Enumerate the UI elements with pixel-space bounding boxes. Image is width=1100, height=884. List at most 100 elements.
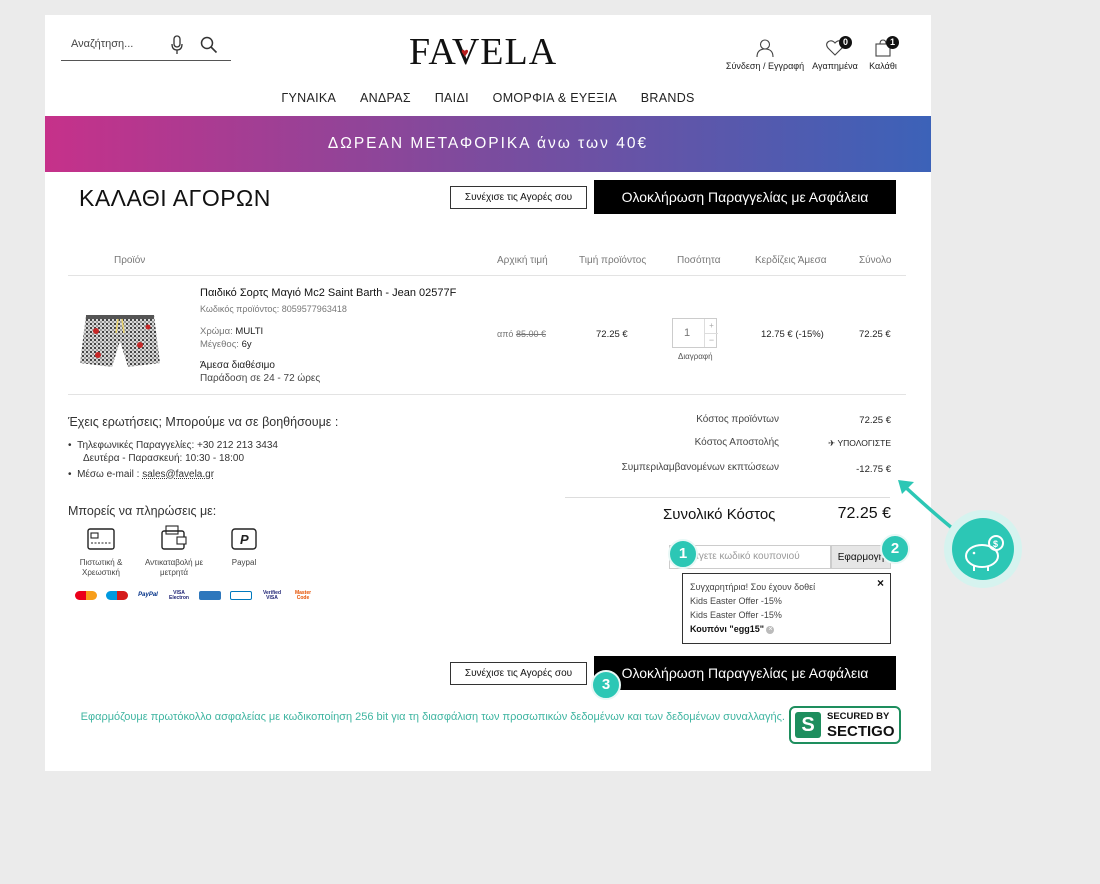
step-3-marker: 3 xyxy=(591,670,621,700)
nav-item-kids[interactable]: ΠΑΙΔΙ xyxy=(435,91,469,105)
col-header-savings: Κερδίζεις Άμεσα xyxy=(755,255,827,266)
product-size: Μέγεθος: 6y xyxy=(200,339,252,350)
search-bar xyxy=(61,33,231,61)
microphone-icon[interactable] xyxy=(171,35,183,60)
product-image[interactable] xyxy=(78,311,162,369)
color-label: Χρώμα: xyxy=(200,326,233,337)
sectigo-line1: SECURED BY xyxy=(827,711,890,722)
checkout-button-bottom[interactable]: Ολοκλήρωση Παραγγελίας με Ασφάλεια xyxy=(594,656,896,690)
piggy-bank-icon: $ xyxy=(944,510,1022,588)
summary-total-value: 72.25 € xyxy=(837,505,891,522)
cash-on-delivery-icon xyxy=(161,525,187,556)
logo-heart-icon: ♥ xyxy=(461,45,469,60)
product-name[interactable]: Παιδικό Σορτς Μαγιό Mc2 Saint Barth - Je… xyxy=(200,287,456,299)
nav-item-brands[interactable]: BRANDS xyxy=(641,91,695,105)
shipping-calculate-link[interactable]: ΥΠΟΛΟΓΙΣΤΕ xyxy=(837,438,891,448)
paypal-payment-icon: P xyxy=(231,528,257,555)
quantity-stepper[interactable]: 1 + − xyxy=(672,318,718,348)
banner-text-bold: ΔΩΡΕΑΝ ΜΕΤΑΦΟΡΙΚΑ xyxy=(327,135,531,152)
col-header-product: Προϊόν xyxy=(114,255,146,266)
original-price-value: 85.00 € xyxy=(515,329,546,339)
popup-close-icon[interactable]: × xyxy=(877,576,884,590)
card-logos: PayPal VISA Electron Verified VISA Master C… xyxy=(75,590,314,601)
search-input[interactable] xyxy=(71,38,161,50)
mastercard-securecode-logo: Master Code xyxy=(292,591,314,601)
popup-line-offer-2: Kids Easter Offer -15% xyxy=(690,610,782,620)
col-header-original-price: Αρχική τιμή xyxy=(497,255,548,266)
delete-link[interactable]: Διαγραφή xyxy=(678,352,713,361)
product-code: Κωδικός προϊόντος: 8059577963418 xyxy=(200,304,347,314)
checkout-button-top[interactable]: Ολοκλήρωση Παραγγελίας με Ασφάλεια xyxy=(594,180,896,214)
phone-number[interactable]: +30 212 213 3434 xyxy=(197,440,278,451)
page: FAVELA ♥ Σύνδεση / Εγγραφή Αγαπημένα 0 Κ… xyxy=(45,15,931,771)
user-icon xyxy=(756,39,774,58)
color-value: MULTI xyxy=(235,326,264,337)
cart-count-badge: 1 xyxy=(886,36,899,49)
size-label: Μέγεθος: xyxy=(200,339,239,350)
divider xyxy=(68,394,906,395)
plane-icon: ✈ xyxy=(828,438,836,448)
summary-products-label: Κόστος προϊόντων xyxy=(696,414,779,425)
sectigo-line2: SECTIGO xyxy=(827,723,895,740)
quantity-increase-button[interactable]: + xyxy=(704,319,718,334)
col-header-total: Σύνολο xyxy=(859,255,892,266)
cart-link[interactable]: Καλάθι 1 xyxy=(863,36,903,71)
continue-shopping-button-top[interactable]: Συνέχισε τις Αγορές σου xyxy=(450,186,587,209)
wishlist-label: Αγαπημένα xyxy=(812,61,858,71)
wishlist-count-badge: 0 xyxy=(839,36,852,49)
email-label: Μέσω e-mail : xyxy=(77,469,140,480)
email-link[interactable]: sales@favela.gr xyxy=(142,469,214,480)
product-price: 72.25 € xyxy=(596,329,628,340)
divider xyxy=(68,275,906,276)
paypal-logo: PayPal xyxy=(137,591,159,600)
maestro-logo xyxy=(106,591,128,600)
svg-text:P: P xyxy=(240,532,249,547)
card-payment-icon xyxy=(87,528,115,555)
account-link[interactable]: Σύνδεση / Εγγραφή xyxy=(725,38,805,71)
original-price: από 85.00 € xyxy=(497,329,546,339)
summary-products-value: 72.25 € xyxy=(859,415,891,426)
visa-electron-logo: VISA Electron xyxy=(168,590,190,601)
summary-shipping-value[interactable]: ✈ ΥΠΟΛΟΓΙΣΤΕ xyxy=(805,438,891,449)
quantity-decrease-button[interactable]: − xyxy=(704,333,718,347)
help-phone: • Τηλεφωνικές Παραγγελίες: +30 212 213 3… xyxy=(68,440,278,451)
logo-text: FAVELA xyxy=(409,31,558,73)
step-1-marker: 1 xyxy=(668,539,698,569)
sectigo-badge[interactable]: S SECURED BY SECTIGO xyxy=(789,706,901,744)
payment-label-paypal: Paypal xyxy=(231,558,257,567)
help-list: • Τηλεφωνικές Παραγγελίες: +30 212 213 3… xyxy=(68,439,278,481)
nav-item-beauty[interactable]: ΟΜΟΡΦΙΑ & ΕΥΕΞΙΑ xyxy=(493,91,617,105)
verified-by-visa-logo: Verified VISA xyxy=(261,590,283,601)
col-header-quantity: Ποσότητα xyxy=(677,255,721,266)
size-value: 6y xyxy=(241,339,252,350)
svg-text:$: $ xyxy=(993,539,998,549)
page-title: ΚΑΛΑΘΙ ΑΓΟΡΩΝ xyxy=(79,185,271,211)
account-label: Σύνδεση / Εγγραφή xyxy=(725,61,805,71)
continue-shopping-button-bottom[interactable]: Συνέχισε τις Αγορές σου xyxy=(450,662,587,685)
sectigo-shield-icon: S xyxy=(795,712,821,738)
remove-coupon-icon[interactable]: × xyxy=(766,625,775,634)
coupon-code-text: Κουπόνι "egg15" xyxy=(690,624,764,634)
payment-label-cod: Αντικαταβολή με μετρητά xyxy=(144,558,204,577)
help-title: Έχεις ερωτήσεις; Μπορούμε να σε βοηθήσου… xyxy=(68,415,339,429)
availability-text: Άμεσα διαθέσιμο xyxy=(200,360,275,371)
free-shipping-banner[interactable]: ΔΩΡΕΑΝ ΜΕΤΑΦΟΡΙΚΑ άνω των 40€ xyxy=(45,116,931,172)
quantity-value[interactable]: 1 xyxy=(684,327,690,339)
main-nav: ΓΥΝΑΙΚΑ ΑΝΔΡΑΣ ΠΑΙΔΙ ΟΜΟΡΦΙΑ & ΕΥΕΞΙΑ BR… xyxy=(45,91,931,105)
col-header-price: Τιμή προϊόντος xyxy=(579,255,647,266)
summary-shipping-label: Κόστος Αποστολής xyxy=(694,437,779,448)
popup-line-congrats: Συγχαρητήρια! Σου έχουν δοθεί xyxy=(690,582,816,592)
wishlist-link[interactable]: Αγαπημένα 0 xyxy=(810,36,860,71)
row-total: 72.25 € xyxy=(859,329,891,340)
nav-item-men[interactable]: ΑΝΔΡΑΣ xyxy=(360,91,411,105)
favela-logo[interactable]: FAVELA xyxy=(409,33,557,71)
mastercard-logo xyxy=(75,591,97,600)
search-icon[interactable] xyxy=(200,36,218,59)
coupon-input[interactable] xyxy=(678,551,828,562)
nav-item-women[interactable]: ΓΥΝΑΙΚΑ xyxy=(281,91,336,105)
product-color: Χρώμα: MULTI xyxy=(200,326,263,337)
amex-logo xyxy=(199,591,221,600)
cart-label: Καλάθι xyxy=(869,61,897,71)
summary-total-label: Συνολικό Κόστος xyxy=(663,506,776,523)
diners-logo xyxy=(230,591,252,600)
